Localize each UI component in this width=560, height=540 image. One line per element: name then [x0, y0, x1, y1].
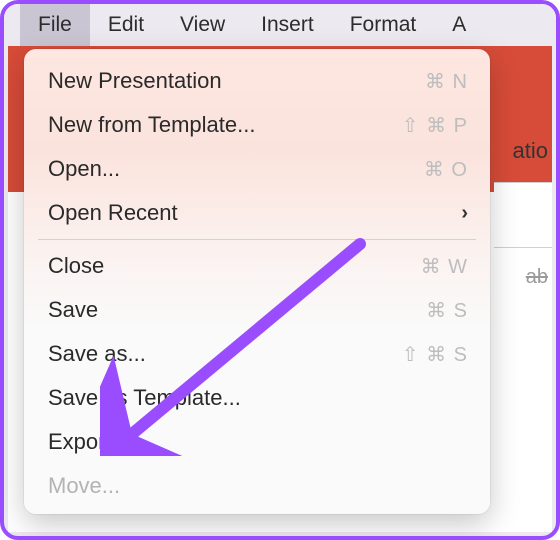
menu-item-label: Save as... — [48, 341, 402, 367]
menubar: File Edit View Insert Format A — [4, 4, 556, 46]
menu-item-shortcut: ⌘ W — [421, 254, 468, 279]
menubar-item-extra[interactable]: A — [434, 4, 484, 46]
file-menu-dropdown: New Presentation ⌘ N New from Template..… — [24, 49, 490, 514]
menu-item-label: New Presentation — [48, 68, 425, 94]
menubar-item-view[interactable]: View — [162, 4, 243, 46]
menu-item-save[interactable]: Save ⌘ S — [24, 288, 490, 332]
menubar-item-edit[interactable]: Edit — [90, 4, 162, 46]
bg-strike-fragment: ab — [526, 266, 548, 289]
menubar-item-file[interactable]: File — [20, 4, 90, 46]
chevron-right-icon: › — [461, 202, 468, 225]
menu-item-move: Move... — [24, 464, 490, 508]
menu-item-shortcut: ⇧ ⌘ S — [402, 342, 468, 367]
menu-item-label: Open... — [48, 156, 424, 182]
menu-item-label: Open Recent — [48, 200, 461, 226]
menu-item-label: New from Template... — [48, 112, 402, 138]
menu-item-label: Save as Template... — [48, 385, 468, 411]
app-window: atio ab File Edit View Insert Format A N… — [0, 0, 560, 540]
menu-item-shortcut: ⌘ N — [425, 69, 468, 94]
menu-item-label: Save — [48, 297, 426, 323]
menu-item-shortcut: ⌘ S — [426, 298, 468, 323]
bg-panel — [494, 182, 552, 248]
menu-item-new-from-template[interactable]: New from Template... ⇧ ⌘ P — [24, 103, 490, 147]
menu-item-save-as-template[interactable]: Save as Template... — [24, 376, 490, 420]
menu-item-label: Export... — [48, 429, 468, 455]
menu-item-shortcut: ⇧ ⌘ P — [402, 113, 468, 138]
menu-item-label: Move... — [48, 473, 468, 499]
menu-item-open[interactable]: Open... ⌘ O — [24, 147, 490, 191]
menu-separator — [38, 239, 476, 240]
menu-item-new-presentation[interactable]: New Presentation ⌘ N — [24, 59, 490, 103]
menu-item-shortcut: ⌘ O — [424, 157, 468, 182]
menu-item-save-as[interactable]: Save as... ⇧ ⌘ S — [24, 332, 490, 376]
menubar-item-format[interactable]: Format — [332, 4, 435, 46]
menu-item-open-recent[interactable]: Open Recent › — [24, 191, 490, 235]
bg-text-fragment: atio — [513, 138, 548, 164]
menu-item-label: Close — [48, 253, 421, 279]
menu-item-export[interactable]: Export... — [24, 420, 490, 464]
menubar-item-insert[interactable]: Insert — [243, 4, 332, 46]
menu-item-close[interactable]: Close ⌘ W — [24, 244, 490, 288]
